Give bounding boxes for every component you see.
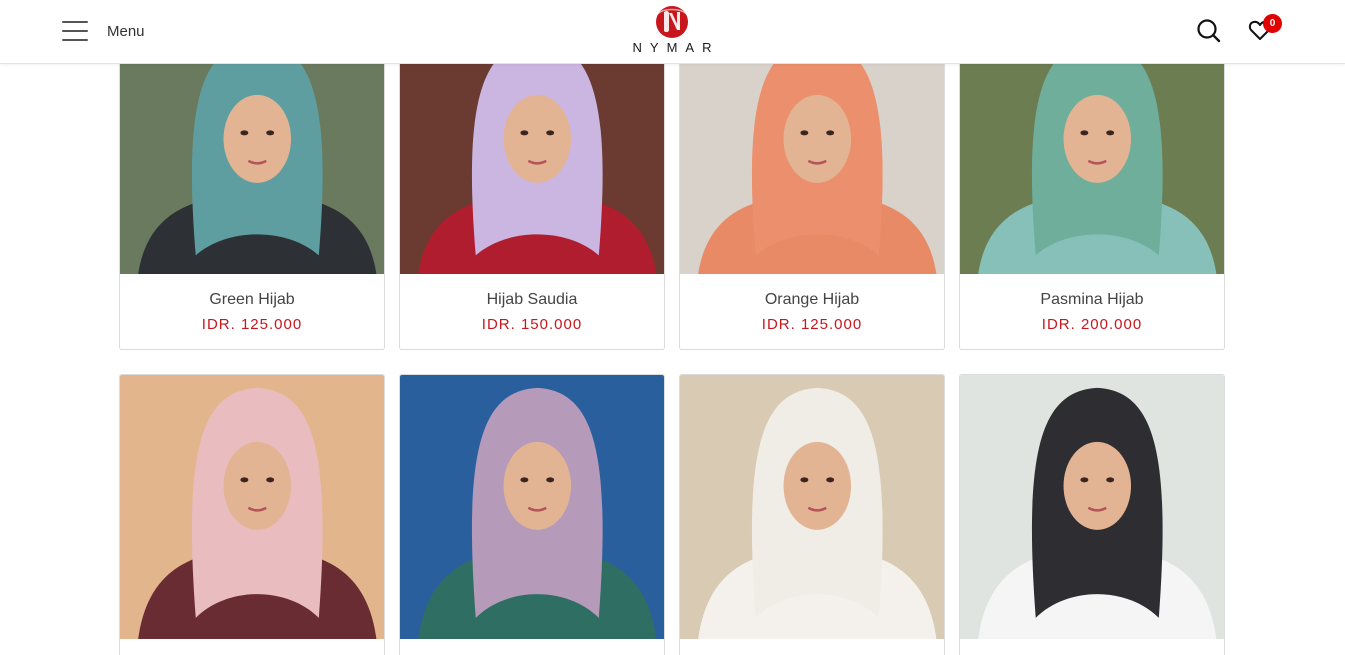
- hamburger-icon[interactable]: [62, 21, 88, 41]
- eye-right: [1106, 130, 1115, 136]
- product-name[interactable]: Hijab Saudia: [400, 274, 664, 309]
- top-header: Menu N NYMAR 0: [0, 0, 1345, 64]
- product-card[interactable]: Hijab Saudia IDR. 150.000: [399, 40, 665, 350]
- product-card[interactable]: [119, 374, 385, 655]
- product-price: IDR. 125.000: [761, 316, 863, 333]
- search-button[interactable]: [1196, 18, 1222, 44]
- product-image[interactable]: [960, 375, 1224, 639]
- product-image[interactable]: [960, 41, 1224, 274]
- eye-left: [240, 477, 249, 483]
- product-card[interactable]: Orange Hijab IDR. 125.000: [679, 40, 945, 350]
- wishlist-button[interactable]: 0: [1246, 14, 1286, 48]
- product-price: IDR. 125.000: [201, 316, 303, 333]
- product-image[interactable]: [120, 41, 384, 274]
- product-name[interactable]: Pasmina Hijab: [960, 274, 1224, 309]
- wishlist-count-badge: 0: [1263, 14, 1282, 33]
- logo-mark-icon: N: [656, 6, 688, 38]
- eye-left: [520, 477, 529, 483]
- product-card[interactable]: [959, 374, 1225, 655]
- product-name[interactable]: Green Hijab: [120, 274, 384, 309]
- search-icon[interactable]: [1196, 18, 1222, 44]
- product-image[interactable]: [400, 375, 664, 639]
- eye-left: [800, 477, 809, 483]
- product-name[interactable]: Orange Hijab: [680, 274, 944, 309]
- eye-right: [266, 130, 275, 136]
- product-image[interactable]: [400, 41, 664, 274]
- brand-logo[interactable]: N NYMAR: [622, 4, 722, 58]
- product-image[interactable]: [680, 375, 944, 639]
- face-shape: [1063, 441, 1132, 530]
- face-shape: [223, 441, 292, 530]
- product-card[interactable]: [679, 374, 945, 655]
- eye-left: [1080, 477, 1089, 483]
- eye-right: [826, 130, 835, 136]
- eye-left: [520, 130, 529, 136]
- eye-right: [826, 477, 835, 483]
- eye-right: [546, 477, 555, 483]
- face-shape: [1063, 94, 1132, 183]
- face-shape: [503, 94, 572, 183]
- eye-left: [240, 130, 249, 136]
- face-shape: [223, 94, 292, 183]
- product-price: IDR. 200.000: [1041, 316, 1143, 333]
- eye-right: [1106, 477, 1115, 483]
- product-image[interactable]: [120, 375, 384, 639]
- menu-label[interactable]: Menu: [107, 23, 145, 40]
- product-price: IDR. 150.000: [481, 316, 583, 333]
- eye-left: [1080, 130, 1089, 136]
- eye-right: [266, 477, 275, 483]
- eye-left: [800, 130, 809, 136]
- product-card[interactable]: Pasmina Hijab IDR. 200.000: [959, 40, 1225, 350]
- product-card[interactable]: [399, 374, 665, 655]
- face-shape: [783, 441, 852, 530]
- face-shape: [503, 441, 572, 530]
- product-image[interactable]: [680, 41, 944, 274]
- face-shape: [783, 94, 852, 183]
- brand-name: NYMAR: [632, 40, 720, 55]
- product-card[interactable]: Green Hijab IDR. 125.000: [119, 40, 385, 350]
- eye-right: [546, 130, 555, 136]
- menu-button[interactable]: Menu: [62, 16, 145, 46]
